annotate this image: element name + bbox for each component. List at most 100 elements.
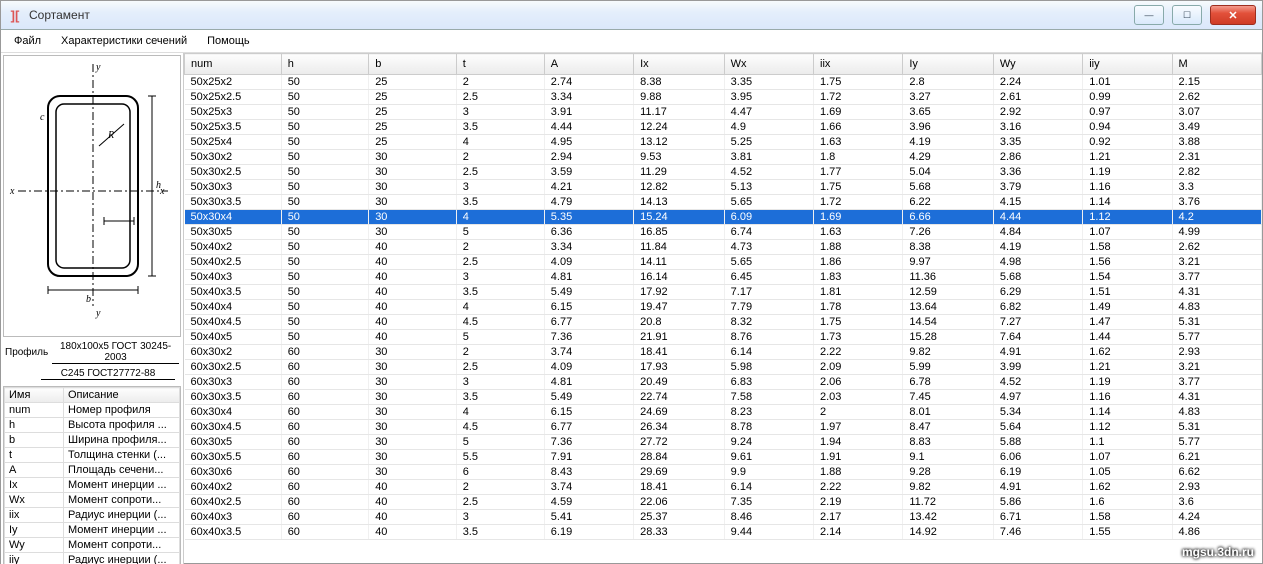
prop-name: A bbox=[5, 463, 64, 478]
cell: 1.77 bbox=[814, 165, 903, 180]
table-row[interactable]: 60x30x2603023.7418.416.142.229.824.911.6… bbox=[185, 345, 1262, 360]
column-header-iix[interactable]: iix bbox=[814, 54, 903, 75]
column-header-b[interactable]: b bbox=[369, 54, 457, 75]
property-row[interactable]: IxМомент инерции ... bbox=[5, 478, 180, 493]
property-row[interactable]: IyМомент инерции ... bbox=[5, 523, 180, 538]
column-header-M[interactable]: M bbox=[1172, 54, 1261, 75]
cell: 60x40x3 bbox=[185, 510, 282, 525]
cell: 7.26 bbox=[903, 225, 994, 240]
cell: 50 bbox=[281, 90, 369, 105]
property-row[interactable]: bШирина профиля... bbox=[5, 433, 180, 448]
cell: 4.19 bbox=[903, 135, 994, 150]
table-row[interactable]: 60x30x2.560302.54.0917.935.982.095.993.9… bbox=[185, 360, 1262, 375]
table-row[interactable]: 60x40x2.560402.54.5922.067.352.1911.725.… bbox=[185, 495, 1262, 510]
table-row[interactable]: 60x30x6603068.4329.699.91.889.286.191.05… bbox=[185, 465, 1262, 480]
minimize-button[interactable]: — bbox=[1134, 5, 1164, 25]
table-row[interactable]: 50x25x2.550252.53.349.883.951.723.272.61… bbox=[185, 90, 1262, 105]
cell: 6.62 bbox=[1172, 465, 1261, 480]
cell: 1.63 bbox=[814, 135, 903, 150]
property-row[interactable]: iixРадиус инерции (... bbox=[5, 508, 180, 523]
property-row[interactable]: hВысота профиля ... bbox=[5, 418, 180, 433]
cell: 17.92 bbox=[634, 285, 725, 300]
property-row[interactable]: numНомер профиля bbox=[5, 403, 180, 418]
column-header-iiy[interactable]: iiy bbox=[1083, 54, 1172, 75]
table-row[interactable]: 50x40x2504023.3411.844.731.888.384.191.5… bbox=[185, 240, 1262, 255]
table-row[interactable]: 60x40x3604035.4125.378.462.1713.426.711.… bbox=[185, 510, 1262, 525]
property-row[interactable]: WxМомент сопроти... bbox=[5, 493, 180, 508]
column-header-Iy[interactable]: Iy bbox=[903, 54, 994, 75]
table-row[interactable]: 50x25x3502533.9111.174.471.693.652.920.9… bbox=[185, 105, 1262, 120]
cell: 3.16 bbox=[993, 120, 1082, 135]
menu-characteristics[interactable]: Характеристики сечений bbox=[52, 33, 196, 49]
column-header-h[interactable]: h bbox=[281, 54, 369, 75]
section-diagram: y y x x b h c R bbox=[3, 55, 181, 337]
column-header-Ix[interactable]: Ix bbox=[634, 54, 725, 75]
cell: 3.34 bbox=[544, 240, 633, 255]
table-row[interactable]: 50x40x3.550403.55.4917.927.171.8112.596.… bbox=[185, 285, 1262, 300]
menu-file[interactable]: Файл bbox=[5, 33, 50, 49]
svg-text:x: x bbox=[9, 186, 15, 197]
table-row[interactable]: 50x25x4502544.9513.125.251.634.193.350.9… bbox=[185, 135, 1262, 150]
table-row[interactable]: 60x30x4.560304.56.7726.348.781.978.475.6… bbox=[185, 420, 1262, 435]
table-row[interactable]: 50x40x2.550402.54.0914.115.651.869.974.9… bbox=[185, 255, 1262, 270]
table-row[interactable]: 60x30x3.560303.55.4922.747.582.037.454.9… bbox=[185, 390, 1262, 405]
cell: 50x30x2.5 bbox=[185, 165, 282, 180]
table-row[interactable]: 50x30x4503045.3515.246.091.696.664.441.1… bbox=[185, 210, 1262, 225]
cell: 50x40x2.5 bbox=[185, 255, 282, 270]
prop-header-name[interactable]: Имя bbox=[5, 388, 64, 403]
cell: 50x30x3.5 bbox=[185, 195, 282, 210]
table-row[interactable]: 60x30x5603057.3627.729.241.948.835.881.1… bbox=[185, 435, 1262, 450]
table-row[interactable]: 50x40x4504046.1519.477.791.7813.646.821.… bbox=[185, 300, 1262, 315]
table-row[interactable]: 60x30x5.560305.57.9128.849.611.919.16.06… bbox=[185, 450, 1262, 465]
property-row[interactable]: AПлощадь сечени... bbox=[5, 463, 180, 478]
cell: 50 bbox=[281, 210, 369, 225]
table-row[interactable]: 60x40x3.560403.56.1928.339.442.1414.927.… bbox=[185, 525, 1262, 540]
table-row[interactable]: 60x40x2604023.7418.416.142.229.824.911.6… bbox=[185, 480, 1262, 495]
column-header-t[interactable]: t bbox=[456, 54, 544, 75]
cell: 15.24 bbox=[634, 210, 725, 225]
cell: 28.33 bbox=[634, 525, 725, 540]
cell: 30 bbox=[369, 360, 457, 375]
table-row[interactable]: 60x30x4603046.1524.698.2328.015.341.144.… bbox=[185, 405, 1262, 420]
profile-value: 180x100x5 ГОСТ 30245-2003 bbox=[52, 341, 179, 364]
column-header-Wx[interactable]: Wx bbox=[724, 54, 813, 75]
data-grid-container[interactable]: numhbtAIxWxiixIyWyiiyM 50x25x2502522.748… bbox=[184, 53, 1262, 564]
property-row[interactable]: WyМомент сопроти... bbox=[5, 538, 180, 553]
table-row[interactable]: 50x30x2503022.949.533.811.84.292.861.212… bbox=[185, 150, 1262, 165]
titlebar[interactable]: ][ Сортамент — ☐ ✕ bbox=[1, 1, 1262, 30]
svg-text:b: b bbox=[86, 294, 91, 305]
cell: 1.69 bbox=[814, 105, 903, 120]
cell: 30 bbox=[369, 420, 457, 435]
cell: 3.49 bbox=[1172, 120, 1261, 135]
table-row[interactable]: 50x25x2502522.748.383.351.752.82.241.012… bbox=[185, 75, 1262, 90]
table-row[interactable]: 50x25x3.550253.54.4412.244.91.663.963.16… bbox=[185, 120, 1262, 135]
cell: 2.93 bbox=[1172, 345, 1261, 360]
prop-desc: Радиус инерции (... bbox=[64, 508, 180, 523]
column-header-num[interactable]: num bbox=[185, 54, 282, 75]
table-row[interactable]: 50x30x3503034.2112.825.131.755.683.791.1… bbox=[185, 180, 1262, 195]
table-row[interactable]: 50x30x3.550303.54.7914.135.651.726.224.1… bbox=[185, 195, 1262, 210]
prop-header-desc[interactable]: Описание bbox=[64, 388, 180, 403]
column-header-Wy[interactable]: Wy bbox=[993, 54, 1082, 75]
close-button[interactable]: ✕ bbox=[1210, 5, 1256, 25]
data-grid[interactable]: numhbtAIxWxiixIyWyiiyM 50x25x2502522.748… bbox=[184, 53, 1262, 540]
cell: 1.62 bbox=[1083, 480, 1172, 495]
cell: 6.22 bbox=[903, 195, 994, 210]
cell: 5.31 bbox=[1172, 420, 1261, 435]
property-row[interactable]: tТолщина стенки (... bbox=[5, 448, 180, 463]
cell: 50x30x4 bbox=[185, 210, 282, 225]
property-row[interactable]: iiyРадиус инерции (... bbox=[5, 553, 180, 564]
cell: 5.64 bbox=[993, 420, 1082, 435]
cell: 2.22 bbox=[814, 345, 903, 360]
menu-help[interactable]: Помощь bbox=[198, 33, 259, 49]
table-row[interactable]: 50x30x2.550302.53.5911.294.521.775.043.3… bbox=[185, 165, 1262, 180]
table-row[interactable]: 60x30x3603034.8120.496.832.066.784.521.1… bbox=[185, 375, 1262, 390]
table-row[interactable]: 50x40x3504034.8116.146.451.8311.365.681.… bbox=[185, 270, 1262, 285]
table-row[interactable]: 50x30x5503056.3616.856.741.637.264.841.0… bbox=[185, 225, 1262, 240]
maximize-button[interactable]: ☐ bbox=[1172, 5, 1202, 25]
cell: 4.86 bbox=[1172, 525, 1261, 540]
table-row[interactable]: 50x40x5504057.3621.918.761.7315.287.641.… bbox=[185, 330, 1262, 345]
table-row[interactable]: 50x40x4.550404.56.7720.88.321.7514.547.2… bbox=[185, 315, 1262, 330]
column-header-A[interactable]: A bbox=[544, 54, 633, 75]
cell: 14.92 bbox=[903, 525, 994, 540]
